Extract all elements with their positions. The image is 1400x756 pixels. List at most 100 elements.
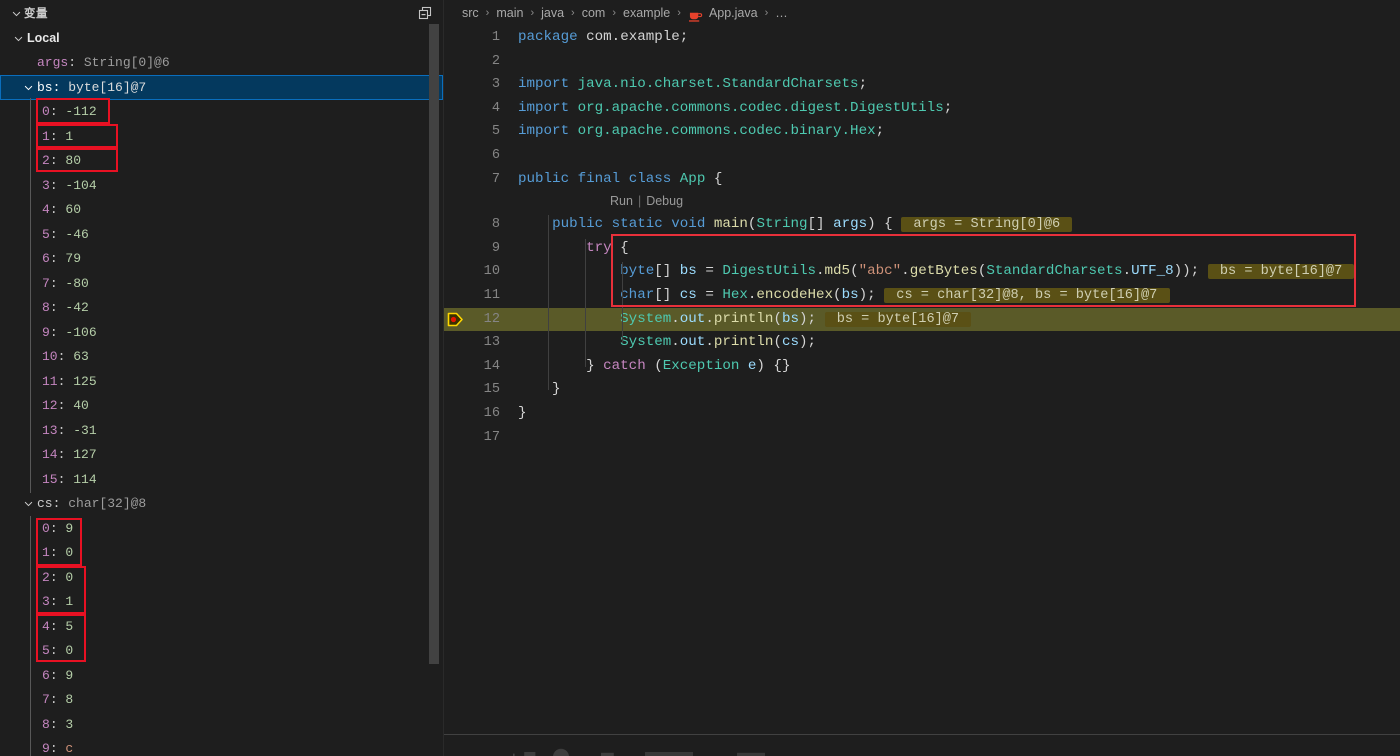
code-line-text[interactable]: package com.example; bbox=[518, 26, 1400, 50]
code-line[interactable]: 17 bbox=[444, 426, 1400, 450]
list-item[interactable]: 7: 8 bbox=[0, 688, 443, 713]
line-number-gutter[interactable]: 7 bbox=[444, 168, 518, 192]
list-item[interactable]: 15: 114 bbox=[0, 467, 443, 492]
code-editor[interactable]: 1 package com.example; 2 3 import java.nio.c… bbox=[444, 26, 1400, 449]
chevron-down-icon[interactable] bbox=[20, 82, 37, 93]
code-line-text[interactable]: import org.apache.commons.codec.binary.H… bbox=[518, 120, 1400, 144]
cs-element-list[interactable]: 0: 91: 02: 03: 14: 55: 06: 97: 88: 39: c bbox=[0, 516, 443, 756]
code-line-text[interactable]: public static void main(String[] args) {… bbox=[518, 213, 1400, 237]
list-item[interactable]: 0: -112 bbox=[0, 100, 443, 125]
list-item[interactable]: 12: 40 bbox=[0, 394, 443, 419]
line-number-gutter[interactable]: 17 bbox=[444, 426, 518, 450]
list-item[interactable]: 9: c bbox=[0, 737, 443, 756]
list-item[interactable]: 0: 9 bbox=[0, 516, 443, 541]
breadcrumb-item-app-java[interactable]: App.java bbox=[709, 6, 758, 20]
code-line[interactable]: 4 import org.apache.commons.codec.digest.… bbox=[444, 97, 1400, 121]
code-line-text[interactable]: System.out.println(bs); bs = byte[16]@7 bbox=[518, 308, 1400, 332]
codelens-run-link[interactable]: Run bbox=[610, 190, 633, 214]
code-line[interactable]: 7 public final class App { bbox=[444, 168, 1400, 192]
codelens-run-debug[interactable]: Run | Debug bbox=[444, 191, 1400, 213]
breadcrumb-item-com[interactable]: com bbox=[582, 6, 606, 20]
breadcrumb-item--[interactable]: … bbox=[775, 6, 788, 20]
breadcrumb-item-java[interactable]: java bbox=[541, 6, 564, 20]
code-line[interactable]: 8 public static void main(String[] args)… bbox=[444, 213, 1400, 237]
code-line-text[interactable] bbox=[518, 144, 1400, 168]
code-line[interactable]: 10 byte[] bs = DigestUtils.md5("abc".get… bbox=[444, 260, 1400, 284]
code-line-text[interactable]: char[] cs = Hex.encodeHex(bs); cs = char… bbox=[518, 284, 1400, 308]
code-line[interactable]: 13 System.out.println(cs); bbox=[444, 331, 1400, 355]
list-item[interactable]: 10: 63 bbox=[0, 345, 443, 370]
breadcrumb[interactable]: src › main › java › com › example › App.java ›… bbox=[444, 0, 1400, 26]
codelens-debug-link[interactable]: Debug bbox=[646, 190, 683, 214]
scrollbar-thumb[interactable] bbox=[429, 24, 439, 664]
line-number-gutter[interactable]: 6 bbox=[444, 144, 518, 168]
breadcrumb-item-example[interactable]: example bbox=[623, 6, 670, 20]
code-line[interactable]: 3 import java.nio.charset.StandardCharset… bbox=[444, 73, 1400, 97]
line-number-gutter[interactable]: 14 bbox=[444, 355, 518, 379]
list-item[interactable]: 4: 60 bbox=[0, 198, 443, 223]
code-line-text[interactable]: System.out.println(cs); bbox=[518, 331, 1400, 355]
list-item[interactable]: 2: 0 bbox=[0, 565, 443, 590]
chevron-down-icon[interactable] bbox=[10, 33, 27, 44]
code-line-text[interactable]: } bbox=[518, 402, 1400, 426]
line-number-gutter[interactable]: 3 bbox=[444, 73, 518, 97]
line-number-gutter[interactable]: 13 bbox=[444, 331, 518, 355]
line-number-gutter[interactable]: 16 bbox=[444, 402, 518, 426]
code-line-text[interactable]: import java.nio.charset.StandardCharsets… bbox=[518, 73, 1400, 97]
code-line-text[interactable]: byte[] bs = DigestUtils.md5("abc".getByt… bbox=[518, 260, 1400, 284]
list-item[interactable]: 6: 79 bbox=[0, 247, 443, 272]
line-number-gutter[interactable]: 15 bbox=[444, 378, 518, 402]
list-item[interactable]: 8: 3 bbox=[0, 712, 443, 737]
list-item[interactable]: 4: 5 bbox=[0, 614, 443, 639]
list-item[interactable]: 13: -31 bbox=[0, 418, 443, 443]
code-line-text[interactable]: try { bbox=[518, 237, 1400, 261]
code-line[interactable]: 11 char[] cs = Hex.encodeHex(bs); cs = c… bbox=[444, 284, 1400, 308]
code-line[interactable]: 16} bbox=[444, 402, 1400, 426]
code-line[interactable]: 6 bbox=[444, 144, 1400, 168]
code-line[interactable]: 2 bbox=[444, 50, 1400, 74]
list-item[interactable]: 5: -46 bbox=[0, 222, 443, 247]
variables-panel-scrollbar[interactable] bbox=[429, 0, 439, 756]
chevron-down-icon[interactable] bbox=[20, 498, 37, 509]
code-line[interactable]: 15 } bbox=[444, 378, 1400, 402]
variable-cs[interactable]: cs: char[32]@8 bbox=[0, 492, 443, 517]
line-number-gutter[interactable]: 9 bbox=[444, 237, 518, 261]
list-item[interactable]: 1: 0 bbox=[0, 541, 443, 566]
list-item[interactable]: 6: 9 bbox=[0, 663, 443, 688]
variables-section-header[interactable]: 变量 bbox=[0, 0, 443, 26]
list-item[interactable]: 14: 127 bbox=[0, 443, 443, 468]
list-item[interactable]: 3: -104 bbox=[0, 173, 443, 198]
line-number-gutter[interactable]: 12 bbox=[444, 308, 518, 332]
line-number-gutter[interactable]: 2 bbox=[444, 50, 518, 74]
code-line-text[interactable]: } bbox=[518, 378, 1400, 402]
code-line-text[interactable]: import org.apache.commons.codec.digest.D… bbox=[518, 97, 1400, 121]
code-line-text[interactable] bbox=[518, 426, 1400, 450]
list-item[interactable]: 2: 80 bbox=[0, 149, 443, 174]
code-line[interactable]: 14 } catch (Exception e) {} bbox=[444, 355, 1400, 379]
list-item[interactable]: 9: -106 bbox=[0, 320, 443, 345]
line-number-gutter[interactable]: 1 bbox=[444, 26, 518, 50]
bs-element-list[interactable]: 0: -112 1: 12: 80 3: -104 4: 60 5: -46 6: 79 7… bbox=[0, 100, 443, 492]
list-item[interactable]: 7: -80 bbox=[0, 271, 443, 296]
bottom-panel[interactable] bbox=[444, 734, 1400, 756]
list-item[interactable]: 8: -42 bbox=[0, 296, 443, 321]
list-item[interactable]: 11: 125 bbox=[0, 369, 443, 394]
breadcrumb-item-src[interactable]: src bbox=[462, 6, 479, 20]
code-line[interactable]: 5 import org.apache.commons.codec.binary.… bbox=[444, 120, 1400, 144]
code-line-text[interactable]: } catch (Exception e) {} bbox=[518, 355, 1400, 379]
chevron-down-icon[interactable] bbox=[8, 8, 24, 19]
line-number-gutter[interactable]: 10 bbox=[444, 260, 518, 284]
list-item[interactable]: 1: 1 bbox=[0, 124, 443, 149]
line-number-gutter[interactable]: 8 bbox=[444, 213, 518, 237]
line-number-gutter[interactable]: 5 bbox=[444, 120, 518, 144]
breadcrumb-item-main[interactable]: main bbox=[496, 6, 523, 20]
code-line[interactable]: 9 try { bbox=[444, 237, 1400, 261]
code-line[interactable]: 1 package com.example; bbox=[444, 26, 1400, 50]
variable-args[interactable]: args: String[0]@6 bbox=[0, 51, 443, 76]
list-item[interactable]: 5: 0 bbox=[0, 639, 443, 664]
variables-tree[interactable]: Local args: String[0]@6 bs: byte[16]@7 0… bbox=[0, 26, 443, 756]
execution-pointer-icon[interactable] bbox=[446, 312, 464, 328]
variable-bs[interactable]: bs: byte[16]@7 bbox=[0, 75, 443, 100]
code-line-text[interactable] bbox=[518, 50, 1400, 74]
code-line-text[interactable]: public final class App { bbox=[518, 168, 1400, 192]
